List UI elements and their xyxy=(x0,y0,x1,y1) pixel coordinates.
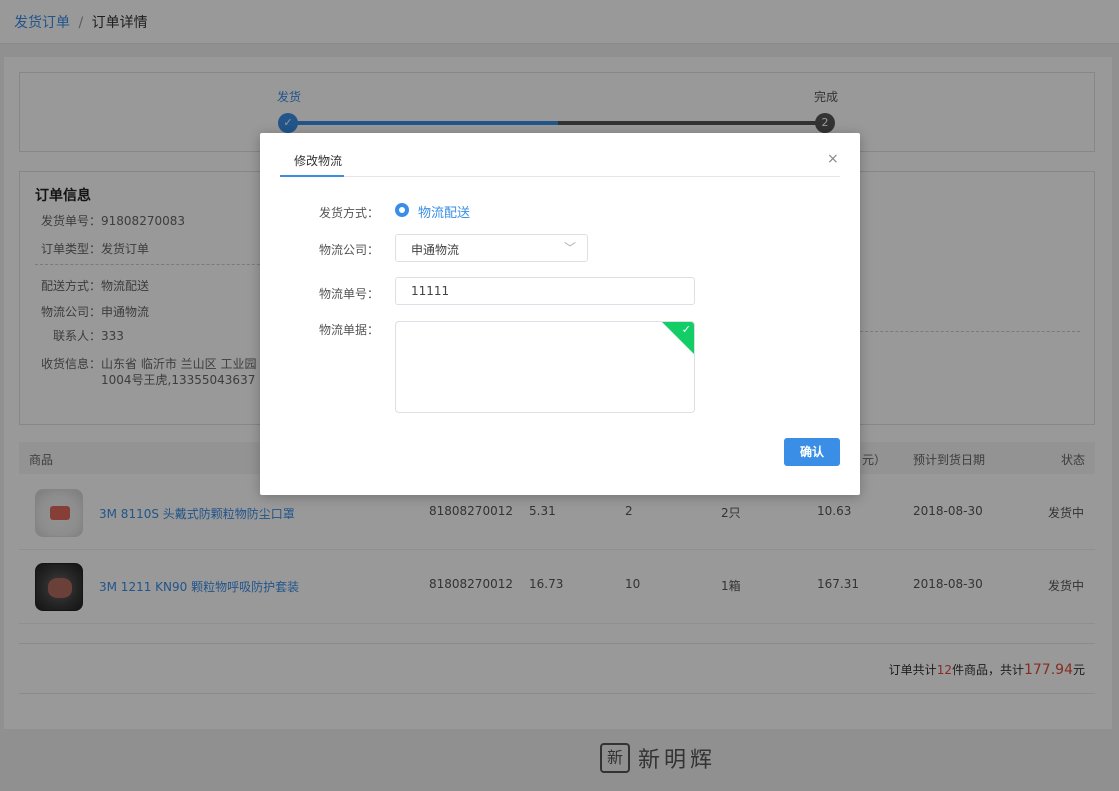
dialog-tab-indicator xyxy=(280,175,344,177)
receipt-label: 物流单据： xyxy=(319,323,380,337)
ship-method-radio[interactable] xyxy=(395,203,409,217)
receipt-upload-area[interactable]: ✓ xyxy=(395,321,695,413)
dialog-title-divider xyxy=(280,176,840,177)
close-icon[interactable]: × xyxy=(827,151,839,167)
edit-logistics-dialog: 修改物流 × 发货方式： 物流配送 物流公司： 申通物流 ﹀ 物流单号： 111… xyxy=(260,133,860,495)
ship-method-option[interactable]: 物流配送 xyxy=(418,202,470,221)
dialog-title-tab[interactable]: 修改物流 xyxy=(294,152,342,169)
confirm-button[interactable]: 确认 xyxy=(784,438,840,466)
chevron-down-icon: ﹀ xyxy=(564,241,577,255)
ship-method-label: 发货方式： xyxy=(319,206,380,220)
logistics-company-select[interactable]: 申通物流 ﹀ xyxy=(395,234,588,262)
tracking-number-input[interactable]: 11111 xyxy=(395,277,695,305)
tracking-number-value: 11111 xyxy=(411,284,450,298)
company-label: 物流公司： xyxy=(319,243,380,257)
logistics-company-value: 申通物流 xyxy=(411,243,460,257)
tracking-label: 物流单号： xyxy=(319,287,380,301)
check-icon: ✓ xyxy=(681,323,691,336)
